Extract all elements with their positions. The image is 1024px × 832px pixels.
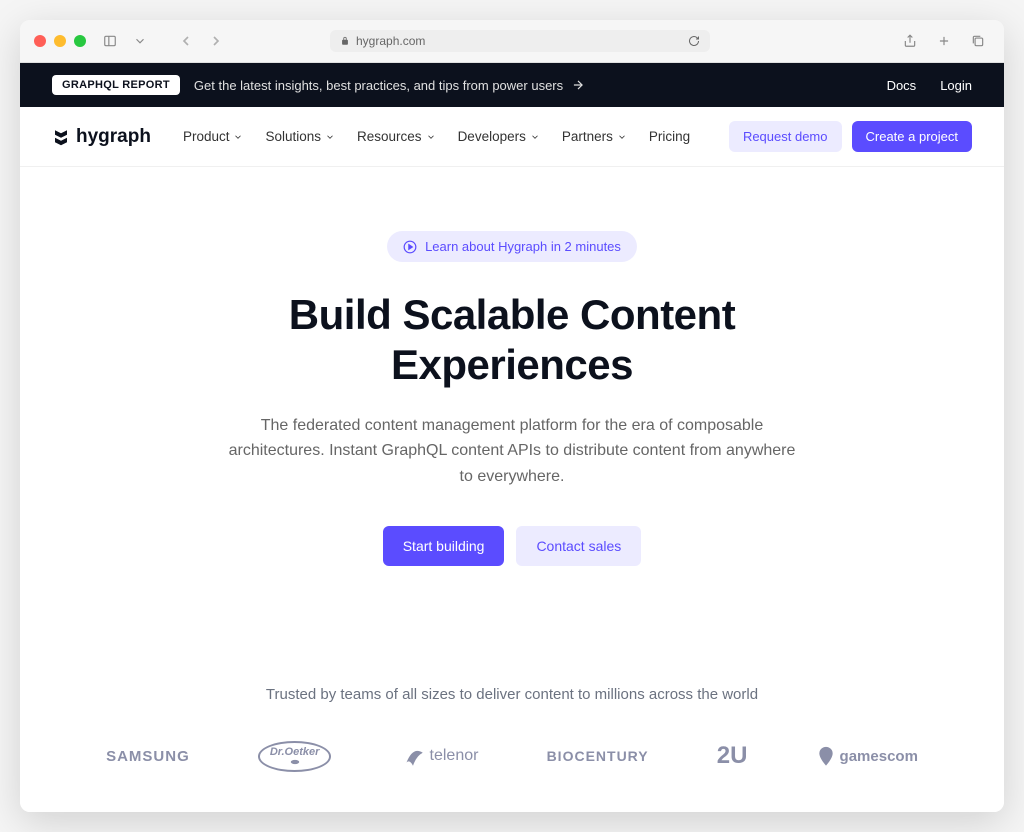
logo-oetker: Dr.Oetker [258,741,332,772]
share-icon[interactable] [898,30,922,52]
telenor-text: telenor [430,747,479,765]
logo-telenor: telenor [400,743,479,769]
learn-pill-text: Learn about Hygraph in 2 minutes [425,239,621,254]
chevron-down-icon[interactable] [128,30,152,52]
logo-biocentury: BIOCENTURY [547,748,649,764]
nav-item-label: Developers [458,129,526,144]
oetker-crest-icon [288,758,302,766]
nav-item-product[interactable]: Product [183,129,244,144]
hero-subheading: The federated content management platfor… [227,413,797,490]
nav-item-resources[interactable]: Resources [357,129,436,144]
oetker-text: Dr.Oetker [270,747,320,758]
contact-sales-button[interactable]: Contact sales [516,526,641,566]
nav-items: Product Solutions Resources Developers P… [183,129,690,144]
back-button[interactable] [172,30,200,52]
address-bar[interactable]: hygraph.com [330,30,710,52]
nav-arrows [172,30,230,52]
forward-button[interactable] [202,30,230,52]
client-logos: SAMSUNG Dr.Oetker telenor BIOCENTURY 2U … [82,741,942,772]
nav-item-label: Resources [357,129,422,144]
play-icon [403,240,417,254]
nav-item-developers[interactable]: Developers [458,129,540,144]
nav-item-label: Solutions [265,129,321,144]
start-building-button[interactable]: Start building [383,526,505,566]
nav-item-partners[interactable]: Partners [562,129,627,144]
nav-cta: Request demo Create a project [729,121,972,152]
create-project-button[interactable]: Create a project [852,121,973,152]
maximize-window-button[interactable] [74,35,86,47]
chevron-down-icon [325,132,335,142]
logo-2u: 2U [717,742,748,770]
sidebar-toggle-group [98,30,152,52]
url-text: hygraph.com [356,34,425,48]
logo-samsung: SAMSUNG [106,748,190,765]
announcement-right: Docs Login [887,78,972,93]
announcement-badge: GRAPHQL REPORT [52,75,180,95]
hero-heading: Build Scalable Content Experiences [192,290,832,391]
announcement-bar: GRAPHQL REPORT Get the latest insights, … [20,63,1004,107]
new-tab-icon[interactable] [932,30,956,52]
nav-item-solutions[interactable]: Solutions [265,129,335,144]
site-content: GRAPHQL REPORT Get the latest insights, … [20,63,1004,812]
logo[interactable]: hygraph [52,126,151,148]
browser-window: hygraph.com GRAPHQL REPORT Get the lates… [20,20,1004,812]
announcement-link[interactable]: Get the latest insights, best practices,… [194,78,585,93]
tabs-icon[interactable] [966,30,990,52]
nav-item-label: Partners [562,129,613,144]
logo-icon [52,128,70,146]
gamescom-pin-icon [816,746,836,766]
minimize-window-button[interactable] [54,35,66,47]
gamescom-text: gamescom [840,748,918,765]
arrow-right-icon [571,78,585,92]
main-nav: hygraph Product Solutions Resources Deve… [20,107,1004,167]
telenor-icon [400,743,426,769]
lock-icon [340,36,350,46]
sidebar-icon[interactable] [98,30,122,52]
trusted-title: Trusted by teams of all sizes to deliver… [52,686,972,703]
logo-gamescom: gamescom [816,746,918,766]
traffic-lights [34,35,86,47]
chrome-right-actions [898,30,990,52]
hero: Learn about Hygraph in 2 minutes Build S… [20,167,1004,606]
nav-item-label: Pricing [649,129,690,144]
chevron-down-icon [617,132,627,142]
close-window-button[interactable] [34,35,46,47]
browser-chrome: hygraph.com [20,20,1004,63]
nav-item-pricing[interactable]: Pricing [649,129,690,144]
docs-link[interactable]: Docs [887,78,917,93]
logo-text: hygraph [76,126,151,148]
trusted-section: Trusted by teams of all sizes to deliver… [20,606,1004,812]
refresh-icon[interactable] [688,35,700,47]
request-demo-button[interactable]: Request demo [729,121,842,152]
login-link[interactable]: Login [940,78,972,93]
hero-ctas: Start building Contact sales [52,526,972,566]
nav-item-label: Product [183,129,230,144]
learn-pill[interactable]: Learn about Hygraph in 2 minutes [387,231,637,262]
chevron-down-icon [530,132,540,142]
chevron-down-icon [426,132,436,142]
announcement-text: Get the latest insights, best practices,… [194,78,563,93]
chevron-down-icon [233,132,243,142]
